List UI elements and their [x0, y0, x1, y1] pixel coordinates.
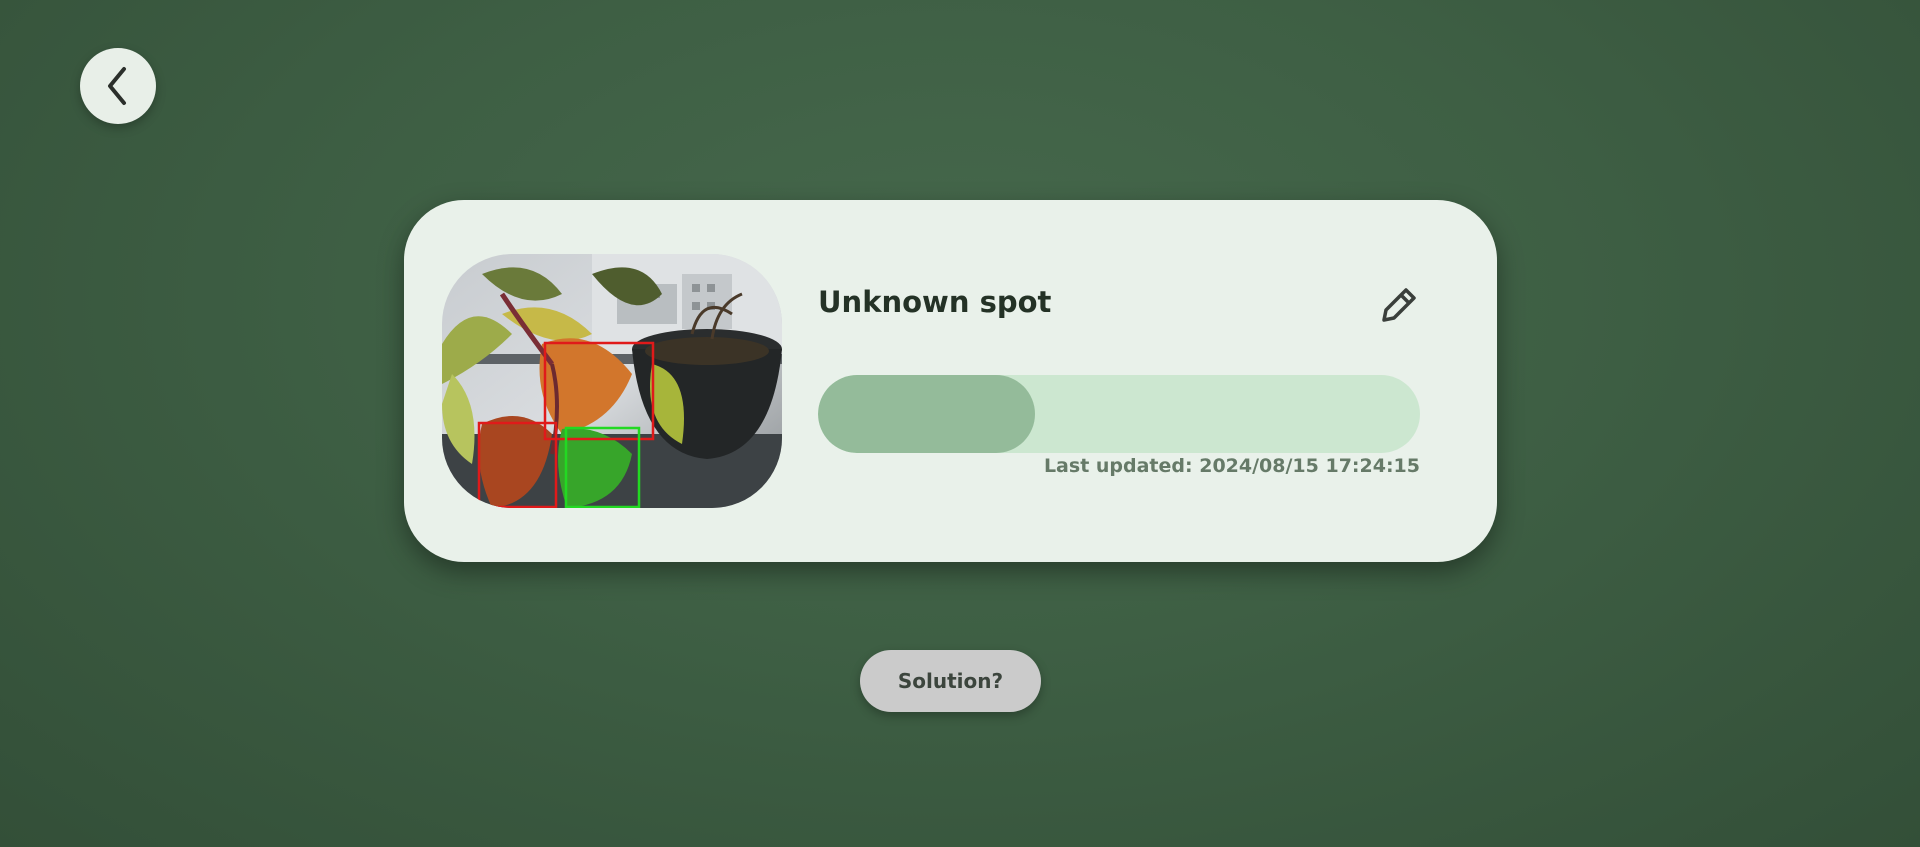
plant-photo — [442, 254, 782, 508]
health-progress-fill — [818, 375, 1035, 453]
chevron-left-icon — [108, 67, 126, 105]
last-updated-text: Last updated: 2024/08/15 17:24:15 — [1043, 455, 1420, 477]
health-progress-bar — [818, 375, 1420, 453]
pencil-icon — [1382, 288, 1416, 322]
solution-button[interactable]: Solution? — [860, 650, 1041, 712]
plant-card: Unknown spot Last updated: 2024/08/15 17… — [404, 200, 1497, 562]
plant-photo-image — [442, 254, 782, 508]
plant-name: Unknown spot — [818, 285, 1052, 319]
edit-button[interactable] — [1374, 280, 1424, 330]
back-button[interactable] — [80, 48, 156, 124]
